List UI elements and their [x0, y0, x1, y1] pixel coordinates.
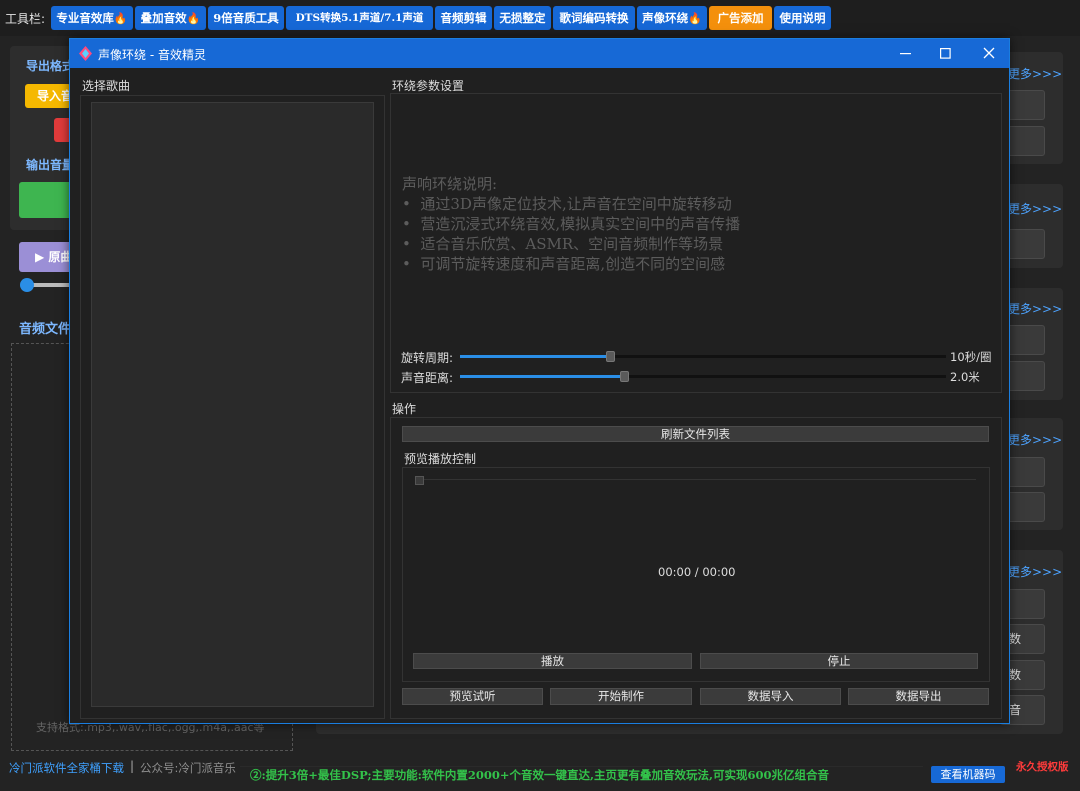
dialog-titlebar[interactable]: 声像环绕 - 音效精灵	[70, 39, 1009, 68]
toolbar-btn-surround[interactable]: 声像环绕🔥	[637, 6, 707, 30]
preview-control-label: 预览播放控制	[404, 452, 477, 466]
toolbar-btn-audio-edit[interactable]: 音频剪辑	[435, 6, 492, 30]
start-production-button[interactable]: 开始制作	[550, 688, 692, 705]
toolbar-btn-ad-add[interactable]: 广告添加	[709, 6, 772, 30]
distance-slider-fill	[460, 375, 626, 378]
import-audio-button[interactable]: 导入音	[25, 84, 71, 108]
toolbar-btn-overlay-effect[interactable]: 叠加音效🔥	[135, 6, 206, 30]
surround-description: 声响环绕说明: • 通过3D声像定位技术,让声音在空间中旋转移动 • 营造沉浸式…	[402, 174, 992, 274]
description-item: • 通过3D声像定位技术,让声音在空间中旋转移动	[402, 195, 732, 213]
more-link-2[interactable]: 更多>>>	[1008, 200, 1062, 217]
green-action-button[interactable]	[19, 182, 71, 218]
app-logo-icon	[79, 46, 92, 61]
data-export-button[interactable]: 数据导出	[848, 688, 989, 705]
dialog-title: 声像环绕 - 音效精灵	[98, 48, 206, 62]
maximize-icon	[940, 48, 951, 59]
more-link-4[interactable]: 更多>>>	[1008, 431, 1062, 448]
toolbar-btn-help[interactable]: 使用说明	[774, 6, 831, 30]
description-item: • 可调节旋转速度和声音距离,创造不同的空间感	[402, 255, 726, 273]
toolbar-btn-sound-library[interactable]: 专业音效库🔥	[51, 6, 133, 30]
export-format-label: 导出格式	[26, 59, 75, 73]
sound-distance-label: 声音距离:	[401, 371, 454, 385]
close-icon	[983, 47, 995, 59]
more-link-3[interactable]: 更多>>>	[1008, 300, 1062, 317]
song-list[interactable]	[91, 102, 374, 707]
preview-progress-handle[interactable]	[415, 476, 424, 485]
description-item: • 适合音乐欣赏、ASMR、空间音频制作等场景	[402, 235, 724, 253]
surround-dialog: 声像环绕 - 音效精灵 选择歌曲 环绕参数设置 声响环绕说明: • 通过3D声像…	[69, 38, 1010, 724]
rotation-period-label: 旋转周期:	[401, 351, 454, 365]
download-link[interactable]: 冷门派软件全家桶下载	[9, 760, 124, 776]
bg-progress-handle[interactable]	[20, 278, 34, 292]
data-import-button[interactable]: 数据导入	[700, 688, 841, 705]
play-button[interactable]: 播放	[413, 653, 692, 669]
output-volume-label: 输出音量	[26, 158, 75, 172]
env-settings-label: 环绕参数设置	[392, 79, 465, 93]
preview-progress-slider[interactable]	[420, 479, 976, 480]
preview-listen-button[interactable]: 预览试听	[402, 688, 543, 705]
license-text: 永久授权版	[1016, 761, 1069, 773]
footer-separator: |	[130, 759, 135, 773]
fire-icon: 🔥	[688, 12, 702, 25]
refresh-file-list-button[interactable]: 刷新文件列表	[402, 426, 989, 442]
rotation-period-slider[interactable]	[460, 351, 946, 362]
more-link-1[interactable]: 更多>>>	[1008, 65, 1062, 82]
fire-icon: 🔥	[113, 12, 128, 25]
description-item: • 营造沉浸式环绕音效,模拟真实空间中的声音传播	[402, 215, 741, 233]
maximize-button[interactable]	[928, 39, 964, 68]
play-original-button[interactable]: ▶ 原曲	[19, 242, 71, 272]
minimize-button[interactable]	[888, 39, 924, 68]
fire-icon: 🔥	[186, 12, 201, 25]
minimize-icon	[900, 53, 911, 55]
toolbar-btn-quality-tool[interactable]: 9倍音质工具	[208, 6, 284, 30]
wechat-text: 公众号:冷门派音乐	[140, 761, 236, 775]
rotation-period-value: 10秒/圈	[950, 350, 992, 364]
audio-files-label: 音频文件	[19, 322, 72, 337]
operations-label: 操作	[392, 402, 417, 416]
description-title: 声响环绕说明:	[402, 175, 498, 193]
toolbar-btn-lossless[interactable]: 无损整定	[494, 6, 551, 30]
more-link-5[interactable]: 更多>>>	[1008, 563, 1062, 580]
rotation-slider-fill	[460, 355, 611, 358]
select-song-label: 选择歌曲	[82, 79, 131, 93]
ticker-text: ②:提升3倍+最佳DSP;主要功能:软件内置2000+个音效一键直达,主页更有叠…	[250, 768, 830, 782]
stop-button[interactable]: 停止	[700, 653, 978, 669]
toolbar-btn-lyric-encode[interactable]: 歌词编码转换	[553, 6, 635, 30]
time-display: 00:00 / 00:00	[658, 565, 736, 579]
close-button[interactable]	[970, 39, 1008, 68]
sound-distance-value: 2.0米	[950, 370, 980, 384]
toolbar-btn-dts-convert[interactable]: DTS转换5.1声道/7.1声道	[286, 6, 433, 30]
sound-distance-slider[interactable]	[460, 371, 946, 382]
distance-slider-handle[interactable]	[620, 371, 630, 382]
rotation-slider-handle[interactable]	[605, 351, 615, 362]
toolbar-label: 工具栏:	[5, 12, 46, 26]
machine-code-button[interactable]: 查看机器码	[931, 766, 1005, 783]
top-toolbar: 工具栏: 专业音效库🔥 叠加音效🔥 9倍音质工具 DTS转换5.1声道/7.1声…	[0, 0, 1080, 36]
